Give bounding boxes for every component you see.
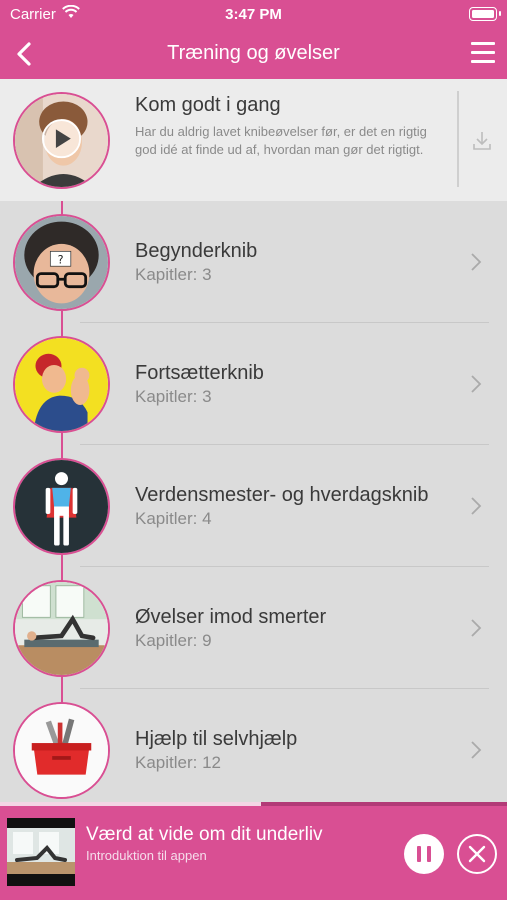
close-button[interactable]: [457, 834, 497, 874]
svg-text:?: ?: [58, 253, 64, 266]
item-title: Fortsætterknib: [135, 362, 264, 384]
item-title: Begynderknib: [135, 240, 258, 262]
player-title: Værd at vide om dit underliv: [86, 824, 323, 845]
item-title: Verdensmester- og hverdagsknib: [135, 484, 429, 506]
floor-exercise-image: [13, 580, 110, 677]
video-thumbnail[interactable]: [13, 92, 110, 189]
list-item-kom-godt-i-gang[interactable]: Kom godt i gang Har du aldrig lavet knib…: [0, 79, 507, 201]
page-title: Træning og øvelser: [167, 42, 340, 64]
list-item-hjaelp-til-selvhjaelp[interactable]: Hjælp til selvhjælp Kapitler: 12: [0, 689, 507, 811]
battery-icon: [469, 7, 501, 21]
toolbox-image: [13, 702, 110, 799]
item-title: Øvelser imod smerter: [135, 606, 327, 628]
close-icon: [468, 845, 486, 863]
pause-icon: [417, 846, 421, 862]
woman-question-mark-image: ?: [13, 214, 110, 311]
item-chapters: Kapitler: 3: [135, 265, 212, 284]
divider: [457, 91, 459, 187]
chevron-right-icon: [471, 253, 482, 271]
item-chapters: Kapitler: 12: [135, 753, 221, 772]
player-subtitle: Introduktion til appen: [86, 848, 207, 863]
status-time: 3:47 PM: [225, 6, 282, 23]
item-chapters: Kapitler: 4: [135, 509, 212, 528]
we-can-do-it-image: [13, 336, 110, 433]
pause-button[interactable]: [404, 834, 444, 874]
status-bar: Carrier 3:47 PM: [0, 0, 507, 30]
item-title: Hjælp til selvhjælp: [135, 728, 298, 750]
player-thumbnail: [7, 818, 75, 886]
nav-bar: Træning og øvelser: [0, 30, 507, 79]
course-list: Kom godt i gang Har du aldrig lavet knib…: [0, 79, 507, 802]
mini-player[interactable]: Værd at vide om dit underliv Introduktio…: [0, 802, 507, 900]
download-icon[interactable]: [470, 129, 494, 153]
chevron-right-icon: [471, 741, 482, 759]
chevron-right-icon: [471, 375, 482, 393]
hamburger-menu-icon[interactable]: [471, 42, 495, 64]
item-chapters: Kapitler: 3: [135, 387, 212, 406]
item-description: Har du aldrig lavet knibeøvelser før, er…: [135, 124, 427, 157]
superhero-image: [13, 458, 110, 555]
list-item-ovelser-imod-smerter[interactable]: Øvelser imod smerter Kapitler: 9: [0, 567, 507, 689]
item-chapters: Kapitler: 9: [135, 631, 212, 650]
list-item-fortsaetterknib[interactable]: Fortsætterknib Kapitler: 3: [0, 323, 507, 445]
playback-progress-fill: [0, 802, 262, 806]
item-title: Kom godt i gang: [135, 94, 281, 116]
list-item-begynderknib[interactable]: ? Begynderknib Kapitler: 3: [0, 201, 507, 323]
chevron-right-icon: [471, 497, 482, 515]
playback-progress-bar[interactable]: [0, 802, 507, 806]
list-item-verdensmester[interactable]: Verdensmester- og hverdagsknib Kapitler:…: [0, 445, 507, 567]
chevron-right-icon: [471, 619, 482, 637]
